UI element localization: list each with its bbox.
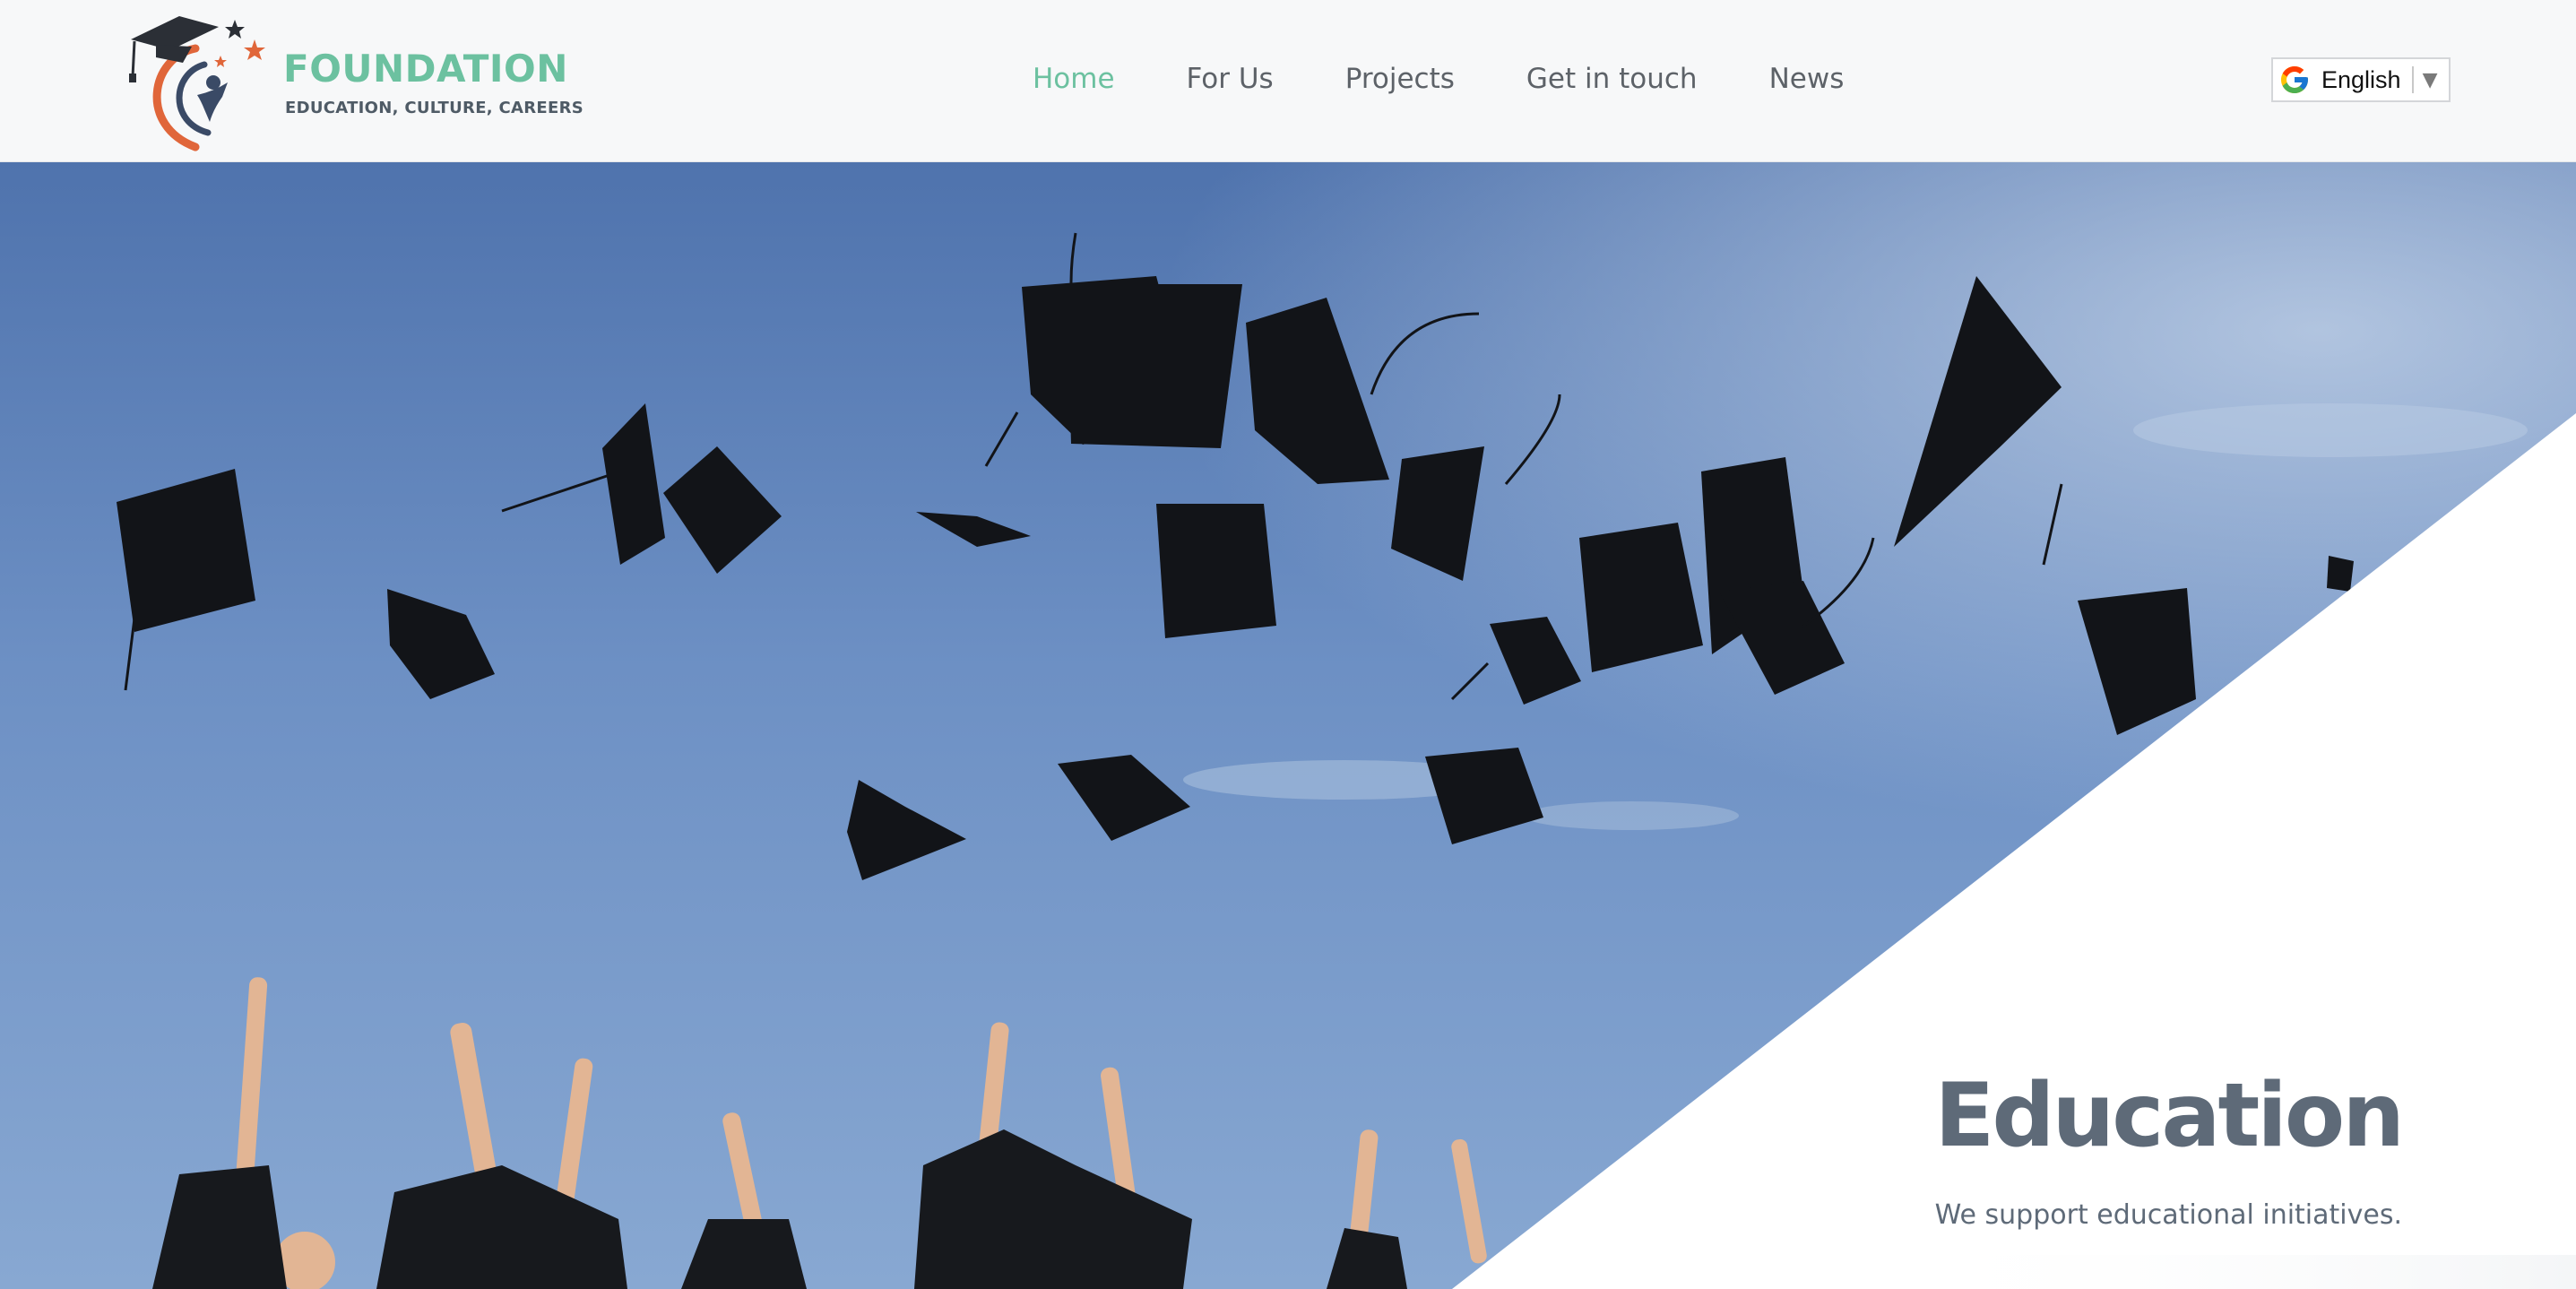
- nav-item-home[interactable]: Home: [1033, 63, 1115, 95]
- hero-title: Education: [1934, 1065, 2405, 1167]
- graduation-cap-logo-icon: [129, 16, 265, 151]
- site-logo[interactable]: FOUNDATION EDUCATION, CULTURE, CAREERS: [125, 11, 592, 154]
- language-selector[interactable]: English ▼: [2271, 57, 2451, 102]
- chevron-down-icon: ▼: [2422, 68, 2438, 91]
- logo-title: FOUNDATION: [283, 47, 568, 91]
- language-label: English: [2321, 65, 2401, 93]
- nav-item-for-us[interactable]: For Us: [1187, 63, 1274, 95]
- nav-item-news[interactable]: News: [1769, 63, 1845, 95]
- site-header: FOUNDATION EDUCATION, CULTURE, CAREERS H…: [0, 0, 2576, 162]
- language-divider: [2411, 66, 2414, 93]
- nav-item-get-in-touch[interactable]: Get in touch: [1526, 63, 1698, 95]
- google-g-icon: [2281, 66, 2308, 93]
- main-nav: Home For Us Projects Get in touch News: [1033, 54, 1844, 104]
- page: FOUNDATION EDUCATION, CULTURE, CAREERS H…: [0, 0, 2576, 1289]
- hero-banner: Education We support educational initiat…: [0, 161, 2576, 1289]
- nav-item-projects[interactable]: Projects: [1345, 63, 1455, 95]
- logo-subtitle: EDUCATION, CULTURE, CAREERS: [285, 99, 584, 117]
- hero-subtitle: We support educational initiatives.: [1934, 1199, 2402, 1231]
